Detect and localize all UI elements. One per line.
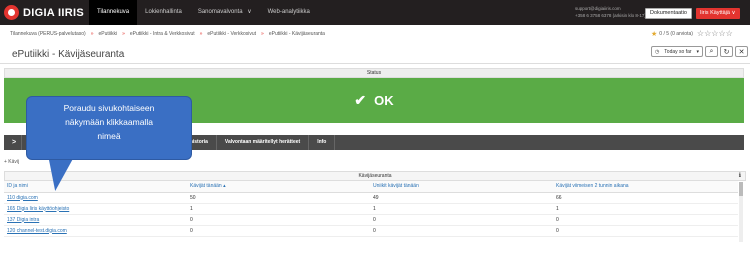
breadcrumb-separator-icon — [200, 31, 203, 37]
breadcrumb-item[interactable]: Tilannekuva (PERUS-palvelutaso) — [10, 31, 86, 37]
table-cell: 49 — [370, 192, 553, 204]
support-contact: support@digiaiiris.com +358 6 3758 6378 … — [575, 5, 646, 19]
breadcrumb-item-current: ePutiikki - Kävijäseuranta — [268, 31, 325, 37]
site-name-link[interactable]: 165 Digia Iiris käyttöohjeisto — [4, 203, 187, 215]
section-toggle[interactable]: + Kävij — [4, 159, 19, 165]
nav-tilannekuva[interactable]: Tilannekuva — [89, 0, 138, 25]
breadcrumb-item[interactable]: ePutiikki - Verkkosivut — [207, 31, 256, 37]
breadcrumb-item[interactable]: ePutiikki — [98, 31, 117, 37]
rating: ★ 0 / 5 (0 arviota) ☆☆☆☆☆ — [651, 29, 733, 38]
site-name-link[interactable]: 137 Digia intra — [4, 214, 187, 226]
table-cell: 66 — [553, 192, 738, 204]
clock-icon: ◷ — [655, 48, 660, 55]
refresh-icon: ↻ — [723, 48, 730, 56]
checkmark-icon: ✔ — [354, 92, 367, 108]
logo-text: DIGIA IIRIS — [23, 6, 84, 19]
support-email[interactable]: support@digiaiiris.com — [575, 5, 646, 12]
breadcrumb-separator-icon — [261, 31, 264, 37]
logo-mark-icon — [4, 5, 19, 20]
visitor-table-panel: Kävijäseuranta ℹ ID ja nimi Kävijät tänä… — [4, 171, 746, 237]
chevron-down-icon: ∨ — [247, 9, 252, 15]
table-row: 110 digia.com 50 49 66 — [4, 192, 738, 204]
main-nav: Tilannekuva Lokienhallinta Sanomavalvont… — [89, 0, 318, 25]
column-header-unique-visitors[interactable]: Uniikit kävijät tänään — [370, 181, 553, 193]
column-header-name[interactable]: ID ja nimi — [4, 181, 187, 193]
tab-info[interactable]: Info — [309, 135, 336, 150]
nav-sanomavalvonta[interactable]: Sanomavalvonta ∨ — [190, 0, 260, 25]
user-menu-button[interactable]: Iiris Käyttäjä ∨ — [696, 8, 740, 19]
site-name-link[interactable]: 110 digia.com — [4, 192, 187, 204]
column-header-visitors-2h[interactable]: Kävijät viimeisen 2 tunnin aikana — [553, 181, 738, 193]
zoom-button[interactable]: ⌕ — [705, 46, 718, 57]
table-header-row: ID ja nimi Kävijät tänään ▴ Uniikit kävi… — [4, 181, 738, 193]
page-toolbar: ◷ Today so far ▾ ⌕ ↻ ✕ — [651, 46, 748, 57]
scrollbar-thumb[interactable] — [739, 182, 743, 196]
table-cell: 0 — [187, 214, 370, 226]
site-name-link[interactable]: 120 channel-test.digia.com — [4, 225, 187, 237]
nav-web-analytiikka[interactable]: Web-analytiikka — [260, 0, 318, 25]
table-cell: 0 — [187, 225, 370, 237]
digia-logo[interactable]: DIGIA IIRIS — [4, 4, 84, 21]
table-row: 137 Digia intra 0 0 0 — [4, 214, 738, 226]
table-cell: 50 — [187, 192, 370, 204]
column-header-visitors-today[interactable]: Kävijät tänään ▴ — [187, 181, 370, 193]
tooltip-callout: Poraudu sivukohtaiseen näkymään klikkaam… — [26, 96, 192, 160]
table-cell: 0 — [553, 214, 738, 226]
table-cell: 1 — [370, 203, 553, 215]
breadcrumb-separator-icon — [91, 31, 94, 37]
table-cell: 1 — [553, 203, 738, 215]
zoom-icon: ⌕ — [709, 47, 714, 55]
callout-line: näkymään klikkaamalla — [65, 117, 153, 127]
breadcrumb-item[interactable]: ePutiikki - Intra & Verkkosivut — [130, 31, 195, 37]
refresh-button[interactable]: ↻ — [720, 46, 733, 57]
table-row: 165 Digia Iiris käyttöohjeisto 1 1 1 — [4, 203, 738, 215]
close-icon: ✕ — [738, 48, 745, 56]
status-value: OK — [374, 93, 394, 108]
table-cell: 1 — [187, 203, 370, 215]
callout-line: nimeä — [97, 131, 121, 141]
visitor-table: ID ja nimi Kävijät tänään ▴ Uniikit kävi… — [4, 181, 738, 237]
rating-stars-input[interactable]: ☆☆☆☆☆ — [697, 29, 733, 38]
tab-scroll-arrow[interactable]: > — [4, 135, 22, 150]
breadcrumb-separator-icon — [122, 31, 125, 37]
time-range-dropdown[interactable]: ◷ Today so far ▾ — [651, 46, 703, 57]
table-cell: 0 — [370, 214, 553, 226]
support-phone: +358 6 3758 6378 (arkisin klo 8-17) — [575, 13, 646, 18]
rating-text: 0 / 5 (0 arviota) — [659, 30, 693, 37]
table-title-text: Kävijäseuranta — [358, 173, 392, 179]
documentation-button[interactable]: Dokumentaatio — [645, 8, 692, 19]
callout-line: Poraudu sivukohtaiseen — [63, 103, 155, 113]
top-navbar: DIGIA IIRIS Tilannekuva Lokienhallinta S… — [0, 0, 750, 25]
table-title: Kävijäseuranta ℹ — [4, 171, 746, 181]
page-title: ePutiikki - Kävijäseuranta — [12, 49, 125, 60]
status-header: Status — [4, 68, 744, 78]
breadcrumb: Tilannekuva (PERUS-palvelutaso) ePutiikk… — [10, 29, 325, 39]
caret-down-icon: ▾ — [696, 48, 699, 55]
table-cell: 0 — [553, 225, 738, 237]
star-icon: ★ — [651, 30, 658, 38]
table-scrollbar[interactable] — [739, 182, 743, 242]
table-row: 120 channel-test.digia.com 0 0 0 — [4, 225, 738, 237]
tab-triggers[interactable]: Valvontaan määritellyt herätteet — [217, 135, 310, 150]
nav-sanomavalvonta-label: Sanomavalvonta — [197, 9, 243, 15]
info-icon[interactable]: ℹ — [739, 172, 741, 181]
time-range-label: Today so far — [664, 48, 692, 55]
close-button[interactable]: ✕ — [735, 46, 748, 57]
nav-lokienhallinta[interactable]: Lokienhallinta — [137, 0, 190, 25]
table-cell: 0 — [370, 225, 553, 237]
header-divider — [0, 63, 750, 64]
